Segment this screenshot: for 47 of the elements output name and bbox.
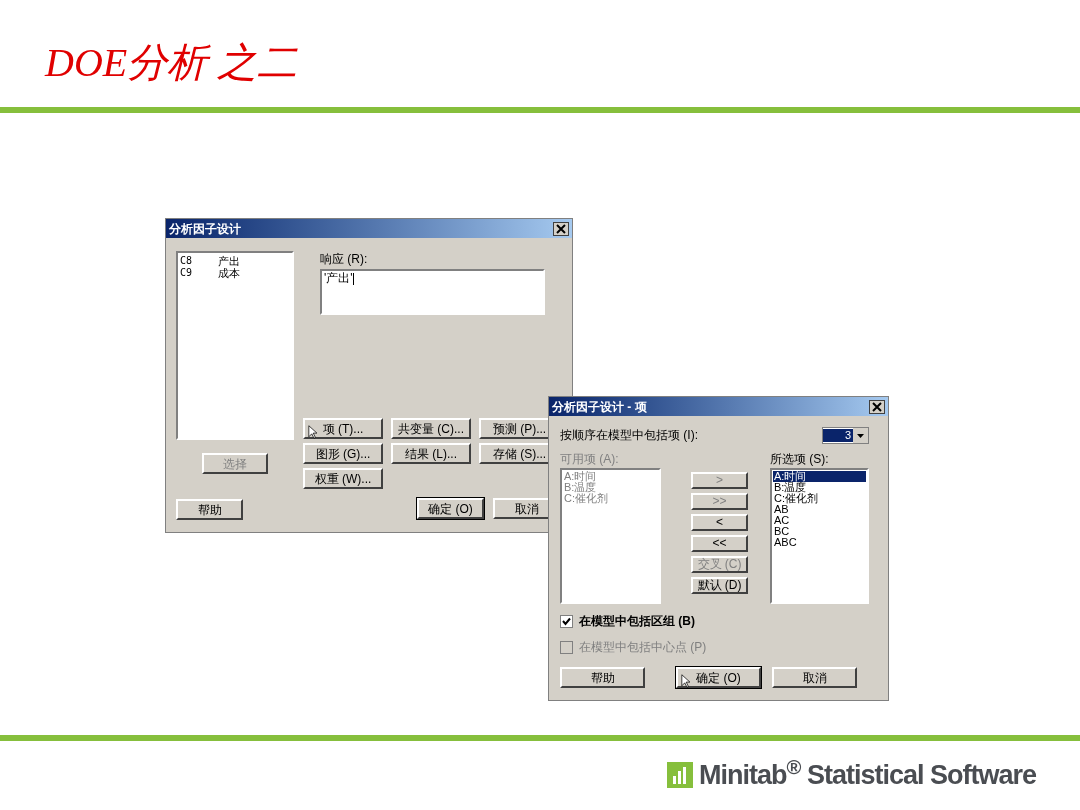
dialog-button[interactable]: 帮助 [560,667,645,688]
term-item[interactable]: A:时间 [563,471,598,482]
term-item[interactable]: BC [773,526,866,537]
selected-terms-list[interactable]: A:时间 B:温度 C:催化剂 AB AC BC ABC [770,468,869,604]
column-name[interactable]: 产出 [218,255,240,267]
dialog-button[interactable]: 权重 (W)... [303,468,383,489]
term-item[interactable]: AB [773,504,866,515]
response-field[interactable]: '产出' [320,269,545,315]
column-id: C9 [180,267,194,279]
dialog-button[interactable]: 默认 (D) [691,577,748,594]
dialog-button[interactable]: 图形 (G)... [303,443,383,464]
mouse-cursor-icon [308,425,317,439]
dialog-button[interactable]: 确定 (O) [417,498,484,519]
dialog-button[interactable]: 项 (T)... [303,418,383,439]
close-icon[interactable] [553,221,569,236]
mouse-cursor-icon [681,674,690,688]
term-item[interactable]: ABC [773,537,866,548]
dialog-button[interactable]: 帮助 [176,499,243,520]
term-item[interactable]: C:催化剂 [773,493,866,504]
checkbox-label[interactable]: 在模型中包括区组 (B) [579,612,695,630]
term-item[interactable]: B:温度 [773,482,866,493]
column-id: C8 [180,255,194,267]
dialog-button[interactable]: < [691,514,748,531]
column-list[interactable]: C8 产出 C9 成本 [176,251,294,440]
dialog-button[interactable]: 确定 (O) [676,667,761,688]
dialog-button[interactable]: 取消 [772,667,857,688]
order-dropdown[interactable]: 3 [822,426,869,444]
window-title: 分析因子设计 [169,220,241,238]
term-item[interactable]: B:温度 [563,482,598,493]
brand-name: Minitab$^{®}$ Statistical Software [699,758,1036,792]
available-terms-list[interactable]: A:时间 B:温度 C:催化剂 [560,468,661,604]
term-item[interactable]: AC [773,515,866,526]
bar-chart-icon [667,762,693,788]
field-label: 按顺序在模型中包括项 (I): [560,427,698,444]
slide-title: DOE分析 之二 [45,39,298,87]
close-icon[interactable] [869,399,885,414]
dialog-button[interactable]: 结果 (L)... [391,443,471,464]
dialog-button[interactable]: << [691,535,748,552]
window-title: 分析因子设计 - 项 [552,398,647,416]
column-name[interactable]: 成本 [218,267,240,279]
term-item[interactable]: A:时间 [773,471,866,482]
list-label: 所选项 (S): [770,452,830,466]
list-label: 可用项 (A): [560,452,620,466]
dialog-button[interactable]: 共变量 (C)... [391,418,471,439]
field-label: 响应 (R): [320,252,369,266]
checkbox[interactable] [560,614,573,628]
term-item[interactable]: C:催化剂 [563,493,609,504]
